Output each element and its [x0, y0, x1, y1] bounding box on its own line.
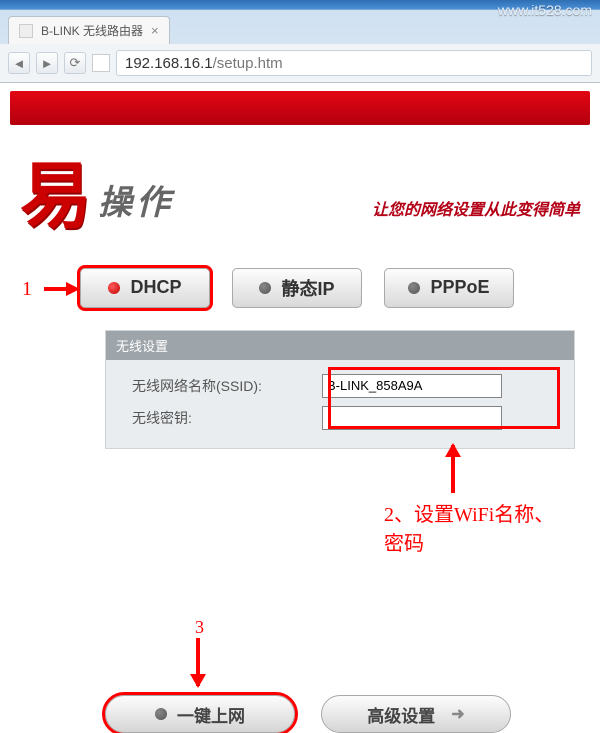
key-label: 无线密钥: [112, 408, 322, 428]
watermark-text: www.it528.com [498, 2, 592, 18]
reload-button[interactable]: ⟳ [64, 52, 86, 74]
chevron-right-icon: ➜ [451, 704, 464, 724]
mode-dhcp-label: DHCP [130, 277, 181, 298]
panel-title: 无线设置 [106, 331, 574, 360]
router-page: 易 操作 让您的网络设置从此变得简单 1 DHCP 静态IP PPPoE 无线设… [0, 83, 600, 449]
mode-pppoe-label: PPPoE [430, 277, 489, 298]
connection-mode-row: 1 DHCP 静态IP PPPoE [80, 268, 590, 308]
hero-big-char: 易 [20, 165, 92, 230]
wifi-settings-panel: 无线设置 无线网络名称(SSID): 无线密钥: 2、设置WiFi名称、密码 [105, 330, 575, 449]
connect-button[interactable]: 一键上网 [105, 695, 295, 733]
ssid-label: 无线网络名称(SSID): [112, 376, 322, 396]
annotation-highlight-box [328, 367, 560, 429]
mode-dhcp-button[interactable]: DHCP [80, 268, 210, 308]
bullet-icon [155, 708, 167, 720]
hero-word: 操作 [98, 175, 174, 230]
radio-selected-icon [108, 282, 120, 294]
url-host: 192.168.16.1 [125, 55, 213, 72]
browser-tab[interactable]: B-LINK 无线路由器 × [8, 16, 170, 44]
action-row: 一键上网 高级设置 ➜ [105, 695, 511, 733]
radio-icon [259, 282, 271, 294]
arrow-right-icon [66, 282, 80, 296]
back-button[interactable]: ◄ [8, 52, 30, 74]
mode-static-label: 静态IP [281, 275, 334, 301]
forward-button[interactable]: ► [36, 52, 58, 74]
connect-label: 一键上网 [177, 702, 245, 727]
advanced-button[interactable]: 高级设置 ➜ [321, 695, 511, 733]
address-bar-row: ◄ ► ⟳ 192.168.16.1/setup.htm [0, 44, 600, 82]
hero-subtitle: 让您的网络设置从此变得简单 [372, 196, 580, 230]
hero-banner: 易 操作 让您的网络设置从此变得简单 [10, 165, 590, 230]
hero-title: 易 操作 [20, 165, 174, 230]
arrow-down-icon [196, 638, 200, 686]
url-path: /setup.htm [213, 55, 283, 72]
arrow-up-icon [451, 445, 455, 493]
advanced-label: 高级设置 [367, 702, 435, 727]
header-bar [10, 91, 590, 125]
annotation-step2: 2、设置WiFi名称、密码 [384, 498, 574, 556]
mode-pppoe-button[interactable]: PPPoE [384, 268, 514, 308]
page-icon [92, 54, 110, 72]
close-icon[interactable]: × [151, 23, 159, 38]
annotation-step1: 1 [22, 278, 32, 301]
url-field[interactable]: 192.168.16.1/setup.htm [116, 50, 592, 76]
panel-body: 无线网络名称(SSID): 无线密钥: 2、设置WiFi名称、密码 [106, 360, 574, 448]
tab-favicon [19, 24, 33, 38]
mode-static-button[interactable]: 静态IP [232, 268, 362, 308]
radio-icon [408, 282, 420, 294]
annotation-step3: 3 [195, 617, 204, 638]
tab-title: B-LINK 无线路由器 [41, 22, 143, 39]
